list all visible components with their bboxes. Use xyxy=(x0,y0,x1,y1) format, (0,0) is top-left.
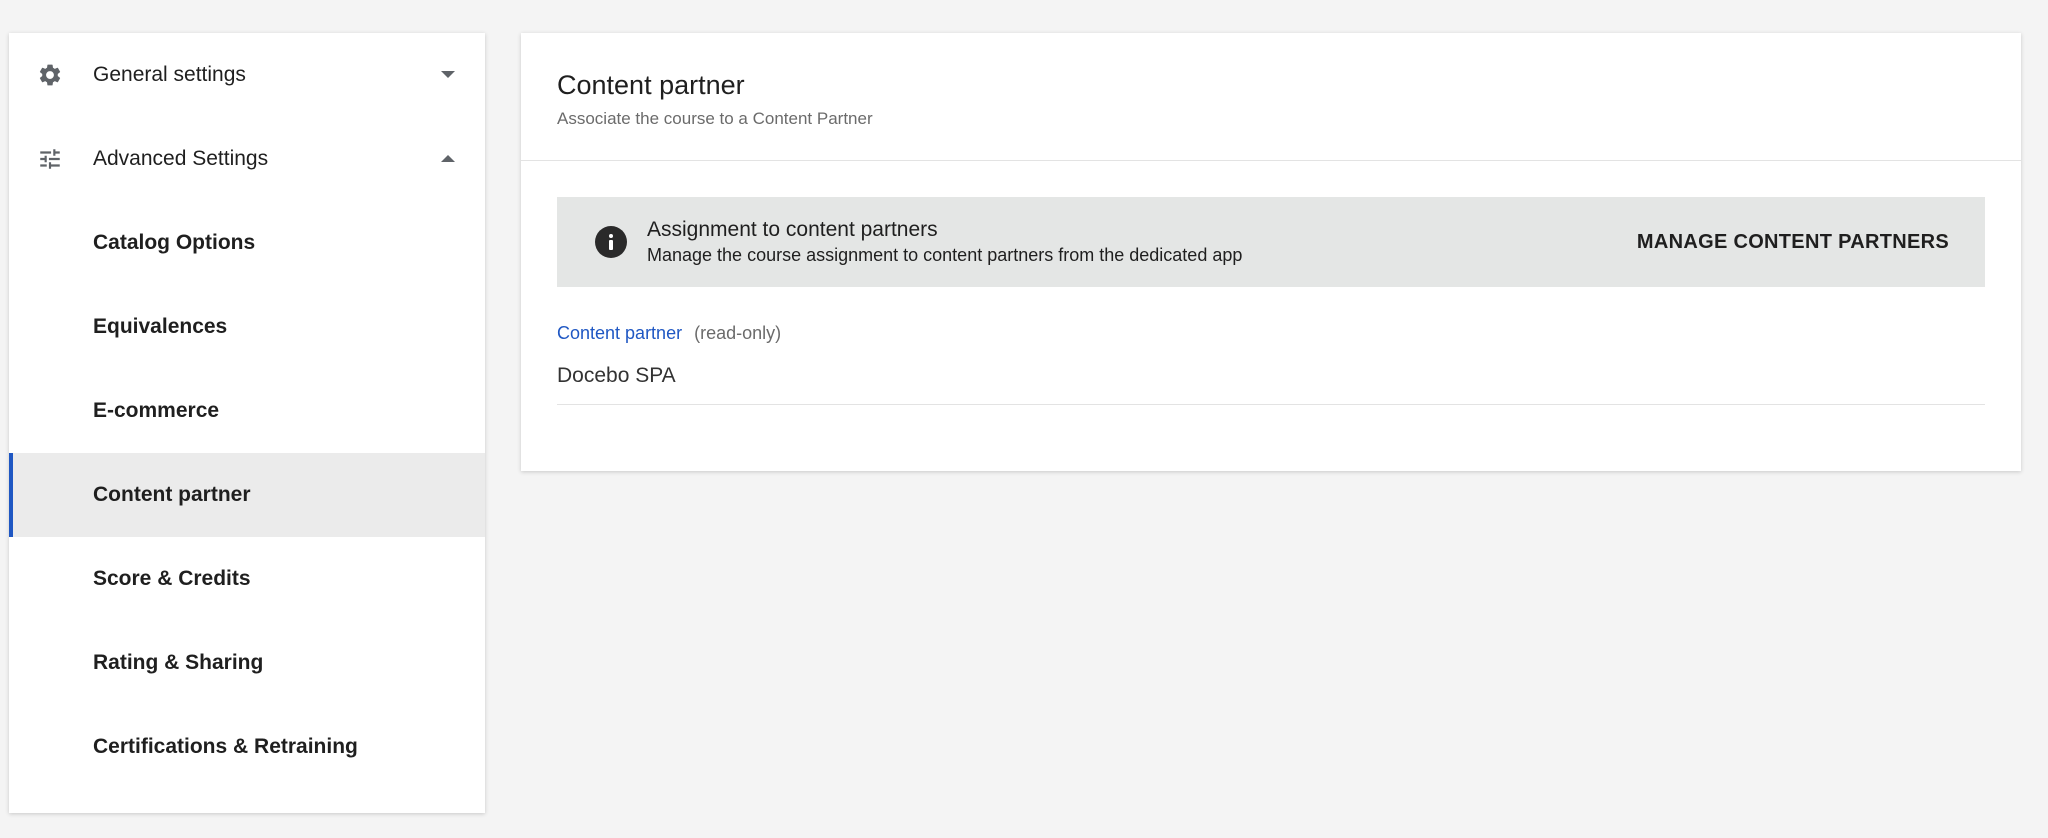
sidebar-item-label: Score & Credits xyxy=(93,567,251,590)
panel-body: Assignment to content partners Manage th… xyxy=(521,161,2021,405)
content-partner-value: Docebo SPA xyxy=(557,364,676,387)
page-title: Content partner xyxy=(557,70,745,100)
content-partner-field: Content partner (read-only) Docebo SPA xyxy=(557,323,1985,405)
field-label-row: Content partner (read-only) xyxy=(557,323,1985,344)
settings-sidebar: General settings Advanced Settings Catal… xyxy=(9,33,485,813)
sidebar-item-catalog-options[interactable]: Catalog Options xyxy=(9,201,485,285)
read-only-note: (read-only) xyxy=(694,323,782,343)
sidebar-item-label: Rating & Sharing xyxy=(93,651,264,674)
gear-icon xyxy=(35,60,65,90)
sliders-icon xyxy=(35,144,65,174)
sidebar-item-certifications-retraining[interactable]: Certifications & Retraining xyxy=(9,705,485,789)
manage-content-partners-button[interactable]: MANAGE CONTENT PARTNERS xyxy=(1637,223,1949,262)
page-subtitle: Associate the course to a Content Partne… xyxy=(557,108,873,128)
sidebar-section-general-settings[interactable]: General settings xyxy=(9,33,485,117)
sidebar-item-equivalences[interactable]: Equivalences xyxy=(9,285,485,369)
sidebar-section-label: Advanced Settings xyxy=(93,147,269,170)
sidebar-item-label: Equivalences xyxy=(93,315,228,338)
sidebar-section-advanced-settings[interactable]: Advanced Settings xyxy=(9,117,485,201)
sidebar-item-content-partner[interactable]: Content partner xyxy=(9,453,485,537)
sidebar-item-label: E-commerce xyxy=(93,399,220,422)
sidebar-item-label: Content partner xyxy=(93,483,251,506)
caret-up-icon xyxy=(433,144,463,174)
sidebar-section-label: General settings xyxy=(93,63,246,86)
info-banner: Assignment to content partners Manage th… xyxy=(557,197,1985,287)
sidebar-item-e-commerce[interactable]: E-commerce xyxy=(9,369,485,453)
panel-header: Content partner Associate the course to … xyxy=(521,33,2021,161)
info-icon xyxy=(595,226,627,258)
sidebar-item-label: Certifications & Retraining xyxy=(93,735,358,758)
info-banner-description: Manage the course assignment to content … xyxy=(647,245,1243,265)
field-label: Content partner xyxy=(557,323,683,343)
sidebar-item-label: Catalog Options xyxy=(93,231,256,254)
content-partner-panel: Content partner Associate the course to … xyxy=(521,33,2021,471)
info-banner-title: Assignment to content partners xyxy=(647,218,938,241)
sidebar-item-rating-sharing[interactable]: Rating & Sharing xyxy=(9,621,485,705)
caret-down-icon xyxy=(433,60,463,90)
info-banner-text: Assignment to content partners Manage th… xyxy=(647,218,1637,266)
sidebar-item-score-credits[interactable]: Score & Credits xyxy=(9,537,485,621)
